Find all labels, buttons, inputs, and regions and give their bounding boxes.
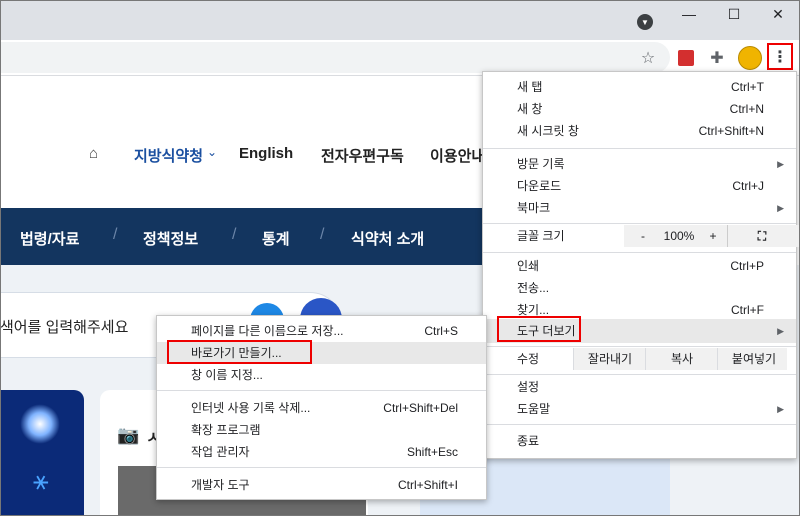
menu-history[interactable]: 방문 기록 ▶ [483,153,796,175]
zoom-out-button[interactable]: - [633,225,653,247]
highlight-box [497,316,581,342]
menu-extensions[interactable]: 확장 프로그램 [157,419,486,441]
topnav-regional[interactable]: 지방식약청 [134,145,203,166]
topnav-subscribe[interactable]: 전자우편구독 [321,145,404,166]
menu-incognito[interactable]: 새 시크릿 창 Ctrl+Shift+N [483,120,796,142]
kebab-menu-icon[interactable]: ⋮ [767,43,793,70]
menu-name-window[interactable]: 창 이름 지정... [157,364,486,386]
minimize-button[interactable]: — [666,0,712,28]
menu-settings[interactable]: 설정 [483,376,796,398]
camera-icon: 📷 [117,425,140,445]
nav-policy[interactable]: 정책정보 [143,228,198,249]
star-icon[interactable]: ☆ [636,46,660,70]
menu-dev-tools[interactable]: 개발자 도구 Ctrl+Shift+I [157,474,486,496]
nav-laws[interactable]: 법령/자료 [20,228,79,249]
home-icon[interactable]: ⌂ [89,145,98,162]
zoom-in-button[interactable]: + [703,225,723,247]
zoom-value: 100% [663,229,695,243]
menu-zoom: 글꼴 크기 - 100% + ⛶ [483,225,800,247]
topnav-guide[interactable]: 이용안내 [430,145,485,166]
search-input[interactable]: 색어를 입력해주세요 [0,316,128,337]
tab-search-icon[interactable]: ▼ [637,14,653,30]
nav-separator: / [113,226,118,243]
avatar[interactable] [738,46,762,70]
address-bar[interactable] [0,42,670,73]
menu-cast[interactable]: 전송... [483,277,796,299]
menu-bookmarks[interactable]: 북마크 ▶ [483,197,796,219]
chevron-down-icon: ⌄ [207,145,218,159]
paste-button[interactable]: 붙여넣기 [717,348,790,370]
chevron-right-icon: ▶ [777,404,784,414]
nav-about[interactable]: 식약처 소개 [351,228,424,249]
banner-card[interactable]: ⚹ [0,390,84,516]
puzzle-icon[interactable]: ✚ [705,46,729,70]
acrobat-icon[interactable] [674,46,698,70]
chrome-main-menu: 새 탭 Ctrl+T 새 창 Ctrl+N 새 시크릿 창 Ctrl+Shift+N … [482,71,800,459]
menu-edit: 수정 잘라내기 복사 붙여넣기 [483,348,796,370]
menu-clear-data[interactable]: 인터넷 사용 기록 삭제... Ctrl+Shift+Del [157,397,486,419]
nav-stats[interactable]: 통계 [262,228,290,249]
chevron-right-icon: ▶ [777,203,784,213]
menu-new-window[interactable]: 새 창 Ctrl+N [483,98,796,120]
chevron-right-icon: ▶ [777,326,784,336]
maximize-button[interactable]: ☐ [711,0,757,28]
cut-button[interactable]: 잘라내기 [573,348,646,370]
close-button[interactable]: ✕ [755,0,800,28]
nav-separator: / [320,226,325,243]
fullscreen-icon[interactable]: ⛶ [749,225,775,247]
menu-save-as[interactable]: 페이지를 다른 이름으로 저장... Ctrl+S [157,320,486,342]
chevron-right-icon: ▶ [777,159,784,169]
share-icon: ⚹ [33,465,49,495]
menu-print[interactable]: 인쇄 Ctrl+P [483,255,796,277]
more-tools-submenu: 페이지를 다른 이름으로 저장... Ctrl+S 바로가기 만들기... 창 이… [156,315,487,500]
menu-new-tab[interactable]: 새 탭 Ctrl+T [483,76,796,98]
highlight-box [167,340,312,364]
menu-task-manager[interactable]: 작업 관리자 Shift+Esc [157,441,486,463]
topnav-english[interactable]: English [239,145,293,162]
nav-separator: / [232,226,237,243]
menu-help[interactable]: 도움말 ▶ [483,398,796,420]
menu-exit[interactable]: 종료 [483,430,796,452]
menu-downloads[interactable]: 다운로드 Ctrl+J [483,175,796,197]
copy-button[interactable]: 복사 [645,348,718,370]
